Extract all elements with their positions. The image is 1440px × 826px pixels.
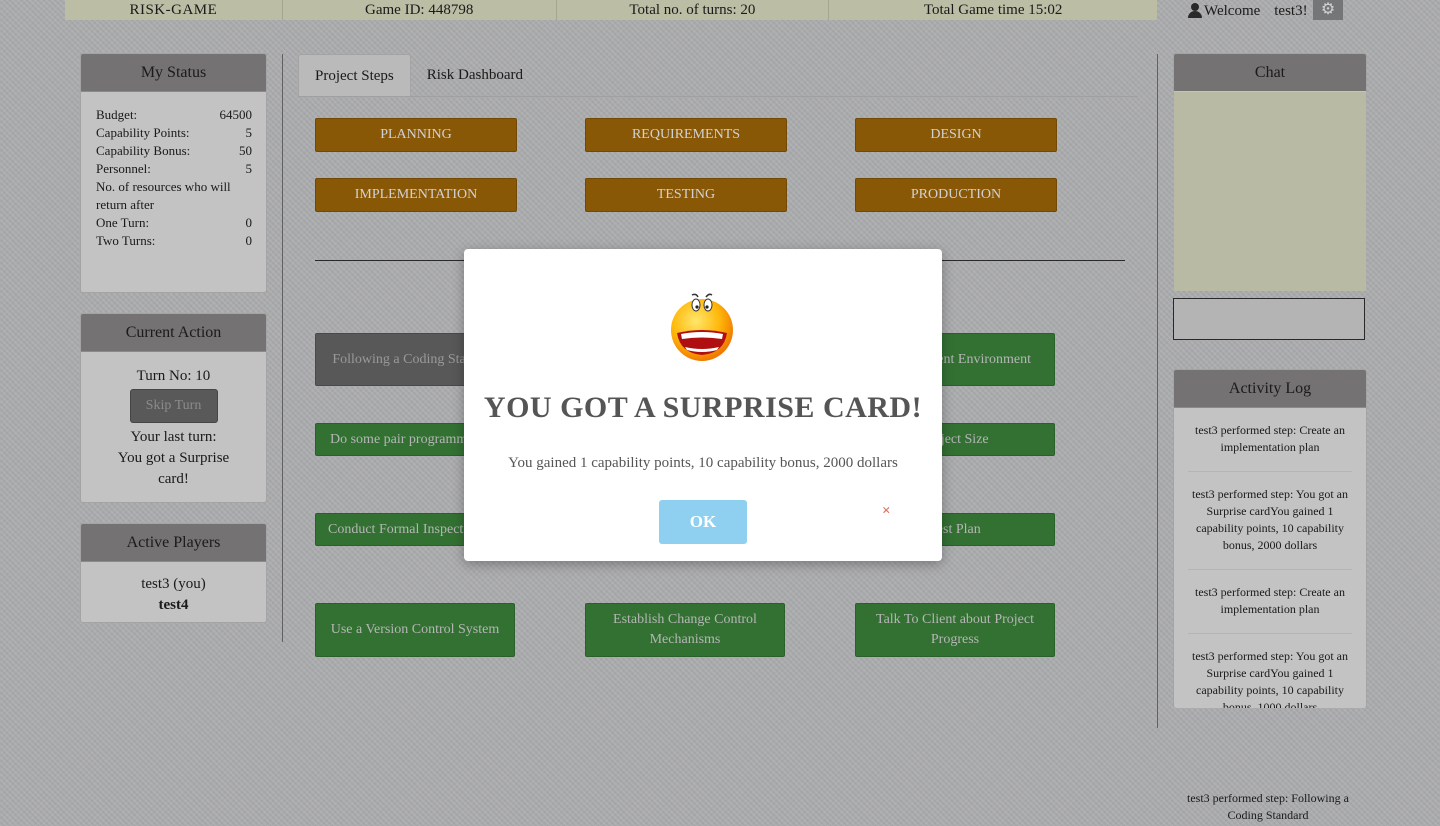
laughing-smiley-icon [671, 293, 733, 361]
surprise-card-modal: YOU GOT A SURPRISE CARD! You gained 1 ca… [464, 249, 942, 561]
modal-message: You gained 1 capability points, 10 capab… [508, 455, 898, 471]
close-icon[interactable]: × [882, 503, 891, 520]
ok-button[interactable]: OK [659, 500, 747, 544]
modal-title: YOU GOT A SURPRISE CARD! [483, 391, 923, 424]
